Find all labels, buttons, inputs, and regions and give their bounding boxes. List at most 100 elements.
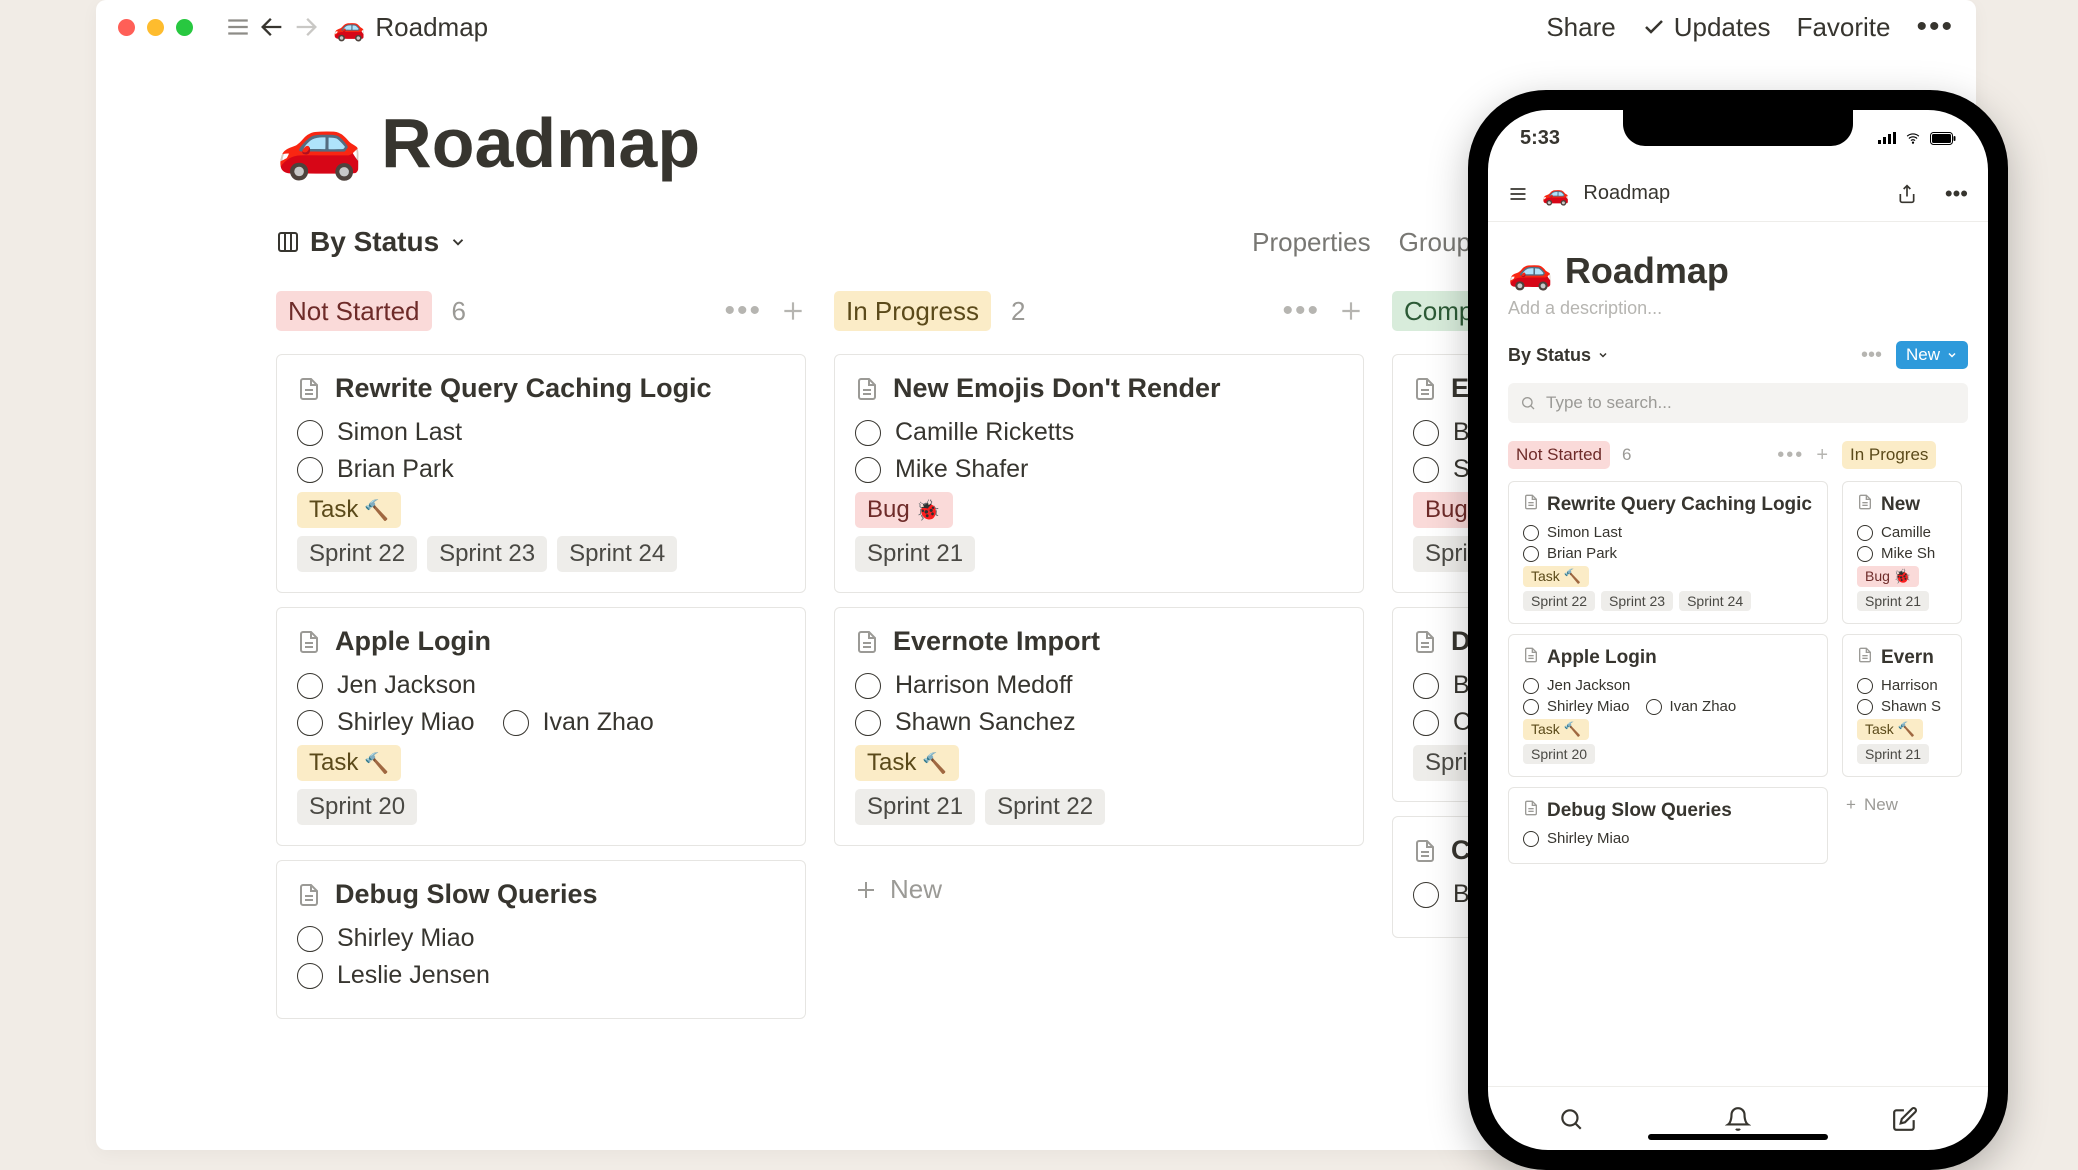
view-selector[interactable]: By Status	[276, 226, 467, 258]
column-more-icon[interactable]: •••	[1282, 294, 1320, 328]
chevron-down-icon	[1597, 349, 1609, 361]
card-person: Shawn S	[1857, 698, 1947, 715]
back-icon[interactable]	[255, 10, 289, 44]
column-more-icon[interactable]: •••	[1777, 444, 1804, 467]
type-tag: Bug 🐞	[1857, 566, 1919, 587]
card-person: Simon Last	[1523, 524, 1813, 541]
forward-icon[interactable]	[289, 10, 323, 44]
page-icon	[1523, 647, 1539, 663]
breadcrumb[interactable]: 🚗 Roadmap	[333, 12, 488, 43]
share-button[interactable]: Share	[1546, 12, 1615, 43]
more-icon[interactable]: •••	[1916, 10, 1954, 44]
board-card[interactable]: Apple LoginJen JacksonShirley MiaoIvan Z…	[276, 607, 806, 846]
board-card[interactable]: Apple LoginJen JacksonShirley MiaoIvan Z…	[1508, 634, 1828, 777]
card-tags: Task🔨	[297, 745, 785, 781]
phone-search-input[interactable]: Type to search...	[1508, 383, 1968, 423]
column-count: 2	[1011, 296, 1025, 327]
phone-view-selector[interactable]: By Status	[1508, 345, 1609, 366]
avatar	[1857, 525, 1873, 541]
card-title: Rewrite Query Caching Logic	[297, 373, 785, 404]
notifications-tab-icon[interactable]	[1725, 1106, 1751, 1132]
avatar	[1523, 831, 1539, 847]
card-person: Shirley Miao	[297, 924, 785, 953]
avatar	[1857, 678, 1873, 694]
card-title: Evernote Import	[855, 626, 1343, 657]
search-placeholder: Type to search...	[1546, 393, 1672, 413]
column-header: Not Started 6 ••• +	[1508, 441, 1828, 469]
share-icon[interactable]	[1897, 184, 1917, 204]
phone-notch	[1623, 110, 1853, 146]
car-icon: 🚗	[1542, 181, 1569, 207]
board-card[interactable]: EvernHarrisonShawn STask 🔨Sprint 21	[1842, 634, 1962, 777]
status-pill[interactable]: Not Started	[276, 291, 432, 331]
more-icon[interactable]: •••	[1945, 181, 1968, 207]
hamburger-icon[interactable]	[221, 10, 255, 44]
avatar	[297, 673, 323, 699]
properties-button[interactable]: Properties	[1252, 227, 1371, 258]
board-card[interactable]: New Emojis Don't RenderCamille RickettsM…	[834, 354, 1364, 593]
page-icon	[1413, 630, 1437, 654]
home-indicator[interactable]	[1648, 1134, 1828, 1140]
sprint-tag: Sprint 23	[427, 536, 547, 572]
board-card[interactable]: Evernote ImportHarrison MedoffShawn Sanc…	[834, 607, 1364, 846]
board-card[interactable]: Debug Slow QueriesShirley Miao	[1508, 787, 1828, 864]
new-button[interactable]: New	[1896, 341, 1968, 369]
page-icon	[1857, 494, 1873, 510]
avatar	[297, 926, 323, 952]
favorite-button[interactable]: Favorite	[1797, 12, 1891, 43]
search-tab-icon[interactable]	[1558, 1106, 1584, 1132]
card-person: Camille	[1857, 524, 1947, 541]
avatar	[297, 963, 323, 989]
phone-breadcrumb[interactable]: Roadmap	[1583, 182, 1670, 205]
fullscreen-window-icon[interactable]	[176, 19, 193, 36]
add-card-button[interactable]: New	[834, 860, 1364, 919]
board-card[interactable]: Rewrite Query Caching LogicSimon LastBri…	[1508, 481, 1828, 624]
card-person: Brian Park	[1523, 545, 1813, 562]
status-pill[interactable]: Not Started	[1508, 441, 1610, 469]
board-card[interactable]: Rewrite Query Caching LogicSimon LastBri…	[276, 354, 806, 593]
avatar	[1413, 882, 1439, 908]
column-add-icon[interactable]	[780, 298, 806, 324]
page-icon	[1523, 800, 1539, 816]
hamburger-icon[interactable]	[1508, 184, 1528, 204]
search-icon	[1520, 395, 1536, 411]
card-person: Shirley MiaoIvan Zhao	[297, 708, 785, 737]
close-window-icon[interactable]	[118, 19, 135, 36]
page-icon	[297, 630, 321, 654]
board-column: Not Started 6 ••• + Rewrite Query Cachin…	[1508, 441, 1828, 874]
board-card[interactable]: Debug Slow QueriesShirley MiaoLeslie Jen…	[276, 860, 806, 1019]
column-add-icon[interactable]: +	[1816, 444, 1828, 467]
car-icon: 🚗	[333, 12, 365, 43]
view-selector-label: By Status	[310, 226, 439, 258]
page-icon	[297, 883, 321, 907]
updates-button[interactable]: Updates	[1642, 12, 1771, 43]
phone-description-placeholder[interactable]: Add a description...	[1508, 298, 1968, 319]
updates-label: Updates	[1674, 12, 1771, 43]
type-tag: Task🔨	[297, 492, 401, 528]
card-sprints: Sprint 20	[297, 789, 785, 825]
card-tags: Bug🐞	[855, 492, 1343, 528]
column-add-icon[interactable]	[1338, 298, 1364, 324]
phone-body: 🚗 Roadmap Add a description... By Status…	[1488, 222, 1988, 1086]
status-pill[interactable]: In Progres	[1842, 441, 1936, 469]
column-more-icon[interactable]: •••	[724, 294, 762, 328]
minimize-window-icon[interactable]	[147, 19, 164, 36]
statusbar-indicators	[1878, 131, 1956, 145]
sprint-tag: Sprint 22	[297, 536, 417, 572]
card-person: Mike Sh	[1857, 545, 1947, 562]
card-tags: Task🔨	[297, 492, 785, 528]
avatar	[855, 673, 881, 699]
avatar	[1413, 710, 1439, 736]
card-person: Shawn Sanchez	[855, 708, 1343, 737]
phone-page-title: 🚗 Roadmap	[1508, 250, 1968, 292]
more-icon[interactable]: •••	[1861, 344, 1882, 367]
compose-tab-icon[interactable]	[1892, 1106, 1918, 1132]
avatar	[503, 710, 529, 736]
status-pill[interactable]: In Progress	[834, 291, 991, 331]
column-header: In Progress 2 •••	[834, 286, 1364, 336]
board-card[interactable]: NewCamilleMike ShBug 🐞Sprint 21	[1842, 481, 1962, 624]
type-tag: Task 🔨	[1523, 719, 1589, 740]
add-card-button[interactable]: + New	[1842, 787, 1962, 823]
sprint-tag: Sprint 23	[1601, 591, 1673, 611]
battery-icon	[1930, 132, 1956, 145]
